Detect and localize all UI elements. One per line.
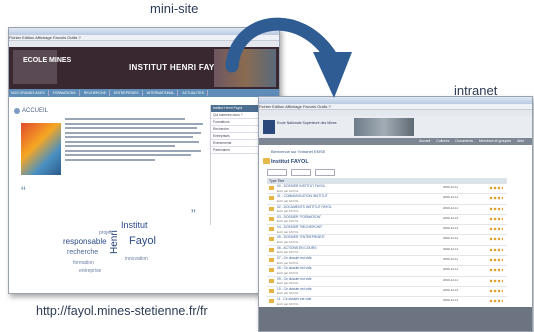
- transition-arrow: [225, 17, 352, 98]
